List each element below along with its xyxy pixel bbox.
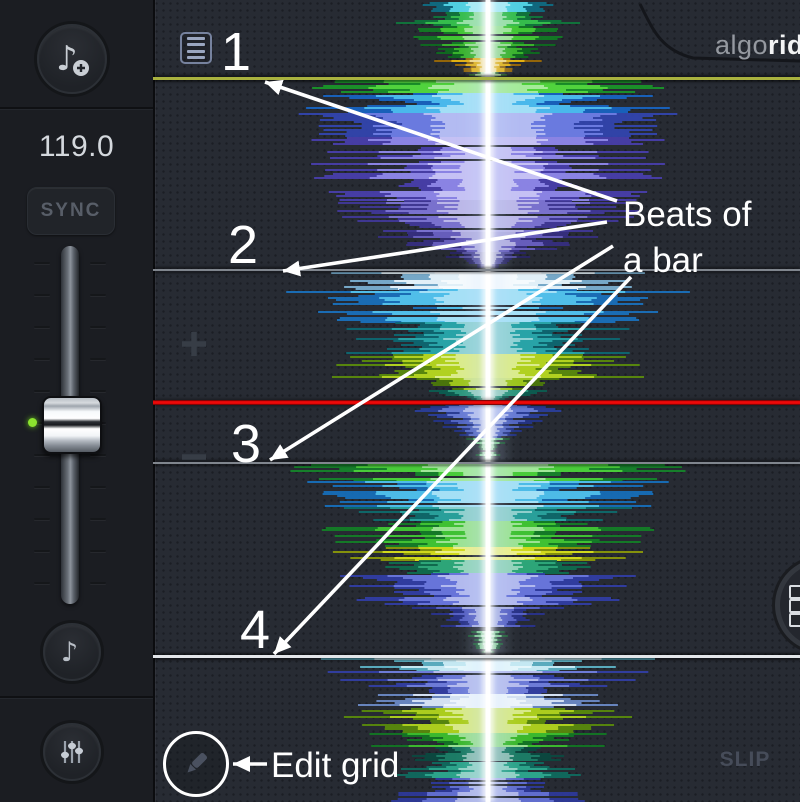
pencil-icon [179, 747, 213, 781]
add-track-button[interactable]: ♪ [37, 24, 107, 94]
fader-tick [90, 550, 106, 552]
beat-number-label: 1 [221, 21, 251, 83]
fader-tick [90, 454, 106, 456]
bpm-display: 119.0 [0, 130, 153, 164]
fader-tick [90, 582, 106, 584]
annotation-arrows [153, 0, 800, 802]
edit-grid-label: Edit grid [271, 746, 399, 786]
fader-tick [90, 486, 106, 488]
fader-tick [34, 582, 50, 584]
tempo-fader-handle[interactable] [42, 396, 102, 454]
fader-tick [90, 262, 106, 264]
music-note-icon: ♪ [55, 635, 89, 669]
beat-number-label: 4 [240, 599, 270, 661]
fader-tick [34, 454, 50, 456]
fader-tick [34, 518, 50, 520]
mixer-button[interactable] [43, 723, 101, 781]
fader-tick [34, 326, 50, 328]
beat-number-label: 3 [231, 413, 261, 475]
tempo-zero-indicator [28, 418, 37, 427]
fader-tick [34, 550, 50, 552]
fader-tick [90, 326, 106, 328]
note-button[interactable]: ♪ [43, 623, 101, 681]
sidebar-divider [0, 107, 153, 109]
fader-tick [34, 390, 50, 392]
tempo-fader[interactable] [0, 240, 153, 610]
svg-text:♪: ♪ [61, 637, 78, 668]
music-note-plus-icon: ♪ [50, 37, 94, 81]
fader-tick [90, 358, 106, 360]
beats-of-a-bar-label: Beats of a bar [623, 192, 751, 284]
app-root: ♪ 119.0 SYNC ♪ [0, 0, 800, 802]
fader-tick [34, 294, 50, 296]
sidebar-divider [0, 696, 153, 698]
fader-tick [90, 294, 106, 296]
fader-tick [90, 518, 106, 520]
sidebar: ♪ 119.0 SYNC ♪ [0, 0, 153, 802]
svg-text:♪: ♪ [56, 39, 78, 79]
fader-tick [34, 262, 50, 264]
beat-number-label: 2 [228, 214, 258, 276]
sync-button[interactable]: SYNC [27, 187, 115, 235]
fader-tick [90, 390, 106, 392]
fader-tick [34, 486, 50, 488]
deck-waveform-panel: algorid SLIP 1 2 3 4 Beats [153, 0, 800, 802]
mixer-sliders-icon [54, 734, 90, 770]
edit-grid-button[interactable] [163, 731, 229, 797]
fader-tick [34, 358, 50, 360]
